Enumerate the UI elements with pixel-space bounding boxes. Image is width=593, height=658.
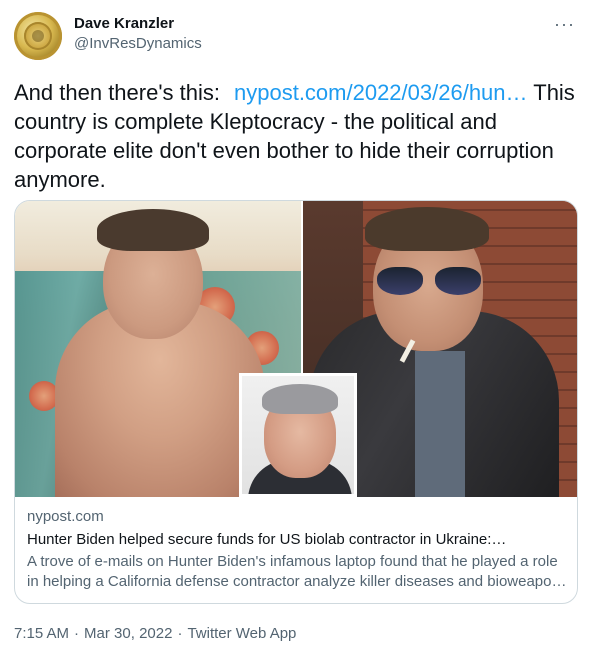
tweet-link[interactable]: nypost.com/2022/03/26/hun… [234, 80, 528, 105]
card-description-line-2: in helping a California defense contract… [27, 573, 567, 590]
tweet-time[interactable]: 7:15 AM [14, 625, 69, 642]
link-preview-card[interactable]: nypost.com Hunter Biden helped secure fu… [14, 200, 578, 604]
tweet-text-intro: And then there's this: [14, 80, 220, 105]
card-text: nypost.com Hunter Biden helped secure fu… [27, 507, 567, 592]
card-title: Hunter Biden helped secure funds for US … [27, 531, 507, 548]
more-horizontal-icon[interactable]: ··· [554, 14, 575, 35]
tweet-source[interactable]: Twitter Web App [187, 625, 296, 642]
card-domain: nypost.com [27, 508, 104, 525]
tweet-header: Dave Kranzler @InvResDynamics ··· [14, 12, 579, 62]
card-description-line-1: A trove of e-mails on Hunter Biden's inf… [27, 553, 558, 570]
tweet-date[interactable]: Mar 30, 2022 [84, 625, 172, 642]
avatar[interactable] [14, 12, 62, 60]
tweet-text: And then there's this: nypost.com/2022/03… [14, 78, 584, 194]
meta-separator: · [74, 625, 80, 642]
card-image[interactable] [15, 201, 577, 497]
card-description: A trove of e-mails on Hunter Biden's inf… [27, 552, 567, 592]
photo-inset [239, 373, 357, 497]
meta-separator: · [177, 625, 183, 642]
tweet-meta: 7:15 AM · Mar 30, 2022 · Twitter Web App [14, 624, 296, 644]
author-handle[interactable]: @InvResDynamics [74, 34, 202, 54]
author-names: Dave Kranzler @InvResDynamics [74, 14, 202, 54]
author-display-name[interactable]: Dave Kranzler [74, 14, 202, 34]
